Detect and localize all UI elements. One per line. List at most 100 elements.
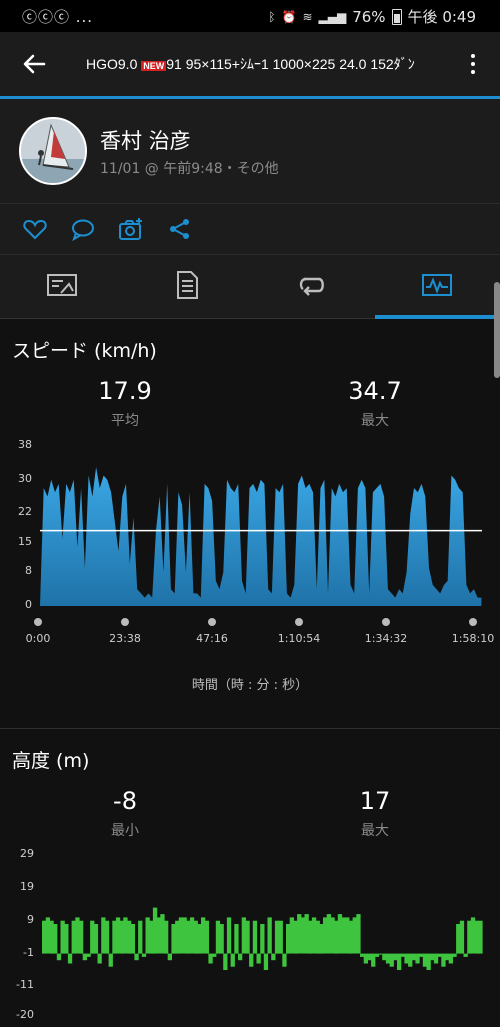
- elevation-bar: [134, 953, 139, 961]
- elevation-bar: [411, 953, 416, 961]
- elevation-bar: [367, 953, 372, 961]
- elevation-bar: [267, 917, 272, 954]
- elevation-bar: [71, 920, 76, 954]
- elevation-bar: [400, 953, 405, 957]
- elevation-bar: [260, 924, 265, 954]
- elevation-bar: [360, 953, 365, 957]
- elevation-bar: [422, 953, 428, 967]
- elevation-bar: [374, 953, 380, 957]
- elevation-bar: [53, 924, 58, 954]
- elevation-bar: [274, 920, 280, 954]
- elevation-bar: [445, 953, 450, 961]
- elevation-bar: [323, 917, 328, 954]
- elevation-bar: [419, 953, 424, 957]
- elevation-bar: [97, 953, 102, 964]
- elevation-bar: [249, 953, 254, 967]
- elevation-bar: [201, 917, 206, 954]
- elevation-bar: [127, 920, 132, 954]
- elevation-bar: [286, 924, 291, 954]
- elevation-bar: [119, 920, 124, 954]
- elevation-bar: [452, 953, 457, 957]
- elevation-bar: [256, 953, 261, 964]
- elevation-bar: [289, 917, 294, 954]
- elevation-bar: [348, 920, 354, 954]
- elevation-bar: [93, 924, 99, 954]
- elevation-bar: [304, 914, 309, 954]
- elevation-bar: [234, 924, 239, 954]
- elevation-bar: [108, 953, 113, 967]
- elevation-bar: [293, 920, 298, 954]
- elevation-bar: [75, 917, 80, 954]
- elevation-bar: [437, 953, 442, 957]
- elevation-bar: [382, 953, 387, 961]
- elevation-bar: [164, 920, 169, 954]
- elevation-bar: [341, 917, 346, 954]
- elevation-bar: [152, 907, 158, 954]
- elevation-bar: [297, 914, 302, 954]
- elevation-bar: [42, 920, 47, 954]
- elevation-bar: [156, 917, 161, 954]
- elevation-bar: [345, 917, 350, 954]
- elevation-bar: [223, 953, 228, 970]
- elevation-bar: [448, 953, 453, 964]
- elevation-bar: [385, 953, 391, 964]
- elevation-bar: [178, 917, 184, 954]
- elevation-bar: [226, 917, 232, 954]
- elevation-bar: [282, 953, 287, 967]
- elevation-bar: [319, 924, 324, 954]
- elevation-bar: [415, 953, 420, 964]
- elevation-bar: [474, 920, 479, 954]
- elevation-bar: [104, 920, 110, 954]
- elevation-bar: [356, 914, 361, 954]
- elevation-bar: [67, 953, 73, 964]
- elevation-bar: [252, 920, 258, 954]
- elevation-bar: [430, 953, 435, 961]
- elevation-bar: [478, 920, 483, 954]
- elevation-bar: [212, 953, 217, 957]
- elevation-bar: [238, 953, 243, 961]
- elevation-bar: [208, 953, 213, 964]
- elevation-bar: [459, 920, 465, 954]
- elevation-bar: [175, 920, 180, 954]
- elevation-bar: [101, 917, 106, 954]
- elevation-bar: [371, 953, 376, 967]
- elevation-bar: [193, 920, 198, 954]
- elevation-bar: [330, 917, 335, 954]
- elevation-bar: [230, 953, 235, 967]
- elevation-bar: [215, 920, 221, 954]
- elevation-bar: [56, 953, 62, 961]
- elevation-bar: [64, 924, 69, 954]
- elevation-bar: [467, 920, 472, 954]
- elevation-bar: [311, 917, 317, 954]
- elevation-bar: [45, 917, 50, 954]
- elevation-bar: [397, 953, 402, 970]
- elevation-bar: [315, 920, 320, 954]
- elevation-bar: [171, 924, 176, 954]
- elevation-bar: [456, 924, 461, 954]
- elevation-bar: [149, 920, 154, 954]
- elevation-bar: [189, 917, 195, 954]
- elevation-bar: [123, 917, 128, 954]
- elevation-chart[interactable]: [0, 0, 500, 1027]
- elevation-bar: [138, 920, 143, 954]
- elevation-bar: [186, 920, 191, 954]
- elevation-bar: [245, 920, 250, 954]
- elevation-bar: [470, 917, 476, 954]
- elevation-bar: [219, 924, 224, 954]
- elevation-bar: [334, 920, 339, 954]
- elevation-bar: [79, 920, 84, 954]
- elevation-bar: [271, 953, 276, 961]
- elevation-bar: [60, 920, 65, 954]
- elevation-bar: [352, 917, 357, 954]
- elevation-bar: [141, 953, 147, 957]
- elevation-bar: [326, 914, 331, 954]
- elevation-bar: [241, 917, 246, 954]
- elevation-bar: [145, 917, 150, 954]
- elevation-bar: [308, 920, 313, 954]
- elevation-bar: [204, 920, 209, 954]
- elevation-bar: [86, 953, 91, 957]
- elevation-bar: [393, 953, 398, 961]
- elevation-bar: [378, 953, 383, 955]
- elevation-bar: [300, 917, 306, 954]
- elevation-bar: [337, 914, 343, 954]
